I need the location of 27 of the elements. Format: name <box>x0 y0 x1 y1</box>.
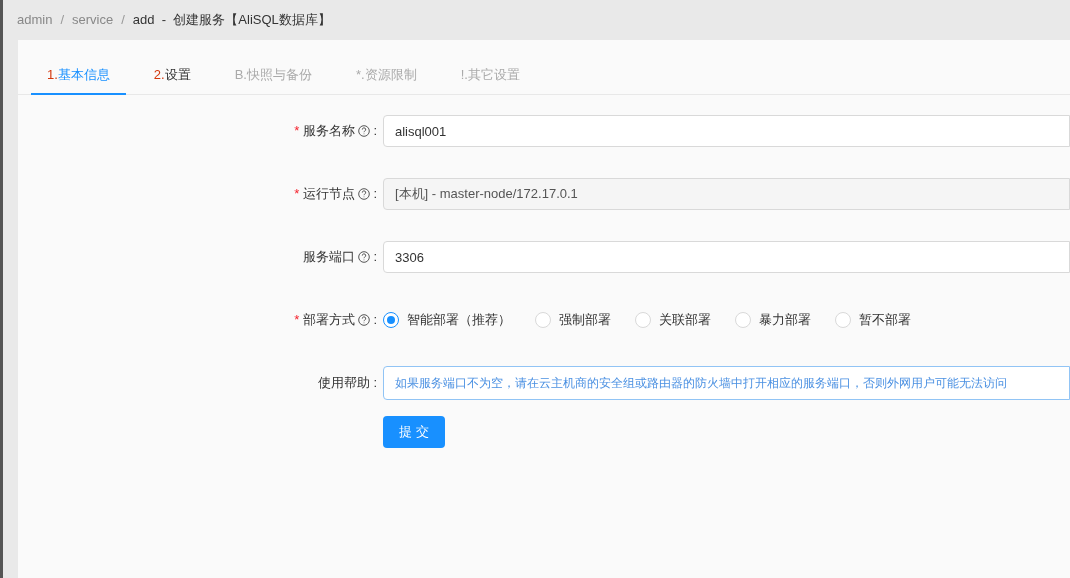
radio-button[interactable] <box>383 312 399 328</box>
required-asterisk: * <box>294 311 300 330</box>
field-label: 服务端口 <box>303 248 356 267</box>
text-input[interactable]: 3306 <box>383 241 1070 273</box>
radio-option[interactable]: 暴力部署 <box>735 310 811 330</box>
radio-option[interactable]: 关联部署 <box>635 310 711 330</box>
label-colon: : <box>373 122 377 141</box>
breadcrumb-current: add - 创建服务【AliSQL数据库】 <box>132 11 331 30</box>
radio-option[interactable]: 智能部署（推荐） <box>383 310 511 330</box>
required-asterisk: * <box>294 122 300 141</box>
tab[interactable]: 1.基本信息 <box>31 57 126 95</box>
field-label: 服务名称 <box>303 122 356 141</box>
label-colon: : <box>373 248 377 267</box>
required-asterisk: * <box>294 185 300 204</box>
label-colon: : <box>373 311 377 330</box>
text-input[interactable]: alisql001 <box>383 115 1070 147</box>
radio-option[interactable]: 强制部署 <box>535 310 611 330</box>
tab[interactable]: 2.设置 <box>137 57 207 95</box>
breadcrumb-separator: / <box>60 11 65 30</box>
breadcrumb-separator: / <box>121 11 125 30</box>
radio-option[interactable]: 暂不部署 <box>835 310 911 330</box>
field-label: 部署方式 <box>303 311 356 330</box>
label-colon: : <box>373 185 377 204</box>
label-colon: : <box>373 374 377 393</box>
help-text: 如果服务端口不为空，请在云主机商的安全组或路由器的防火墙中打开相应的服务端口，否则外网用户可能无法访问 <box>383 366 1070 400</box>
field-label: 使用帮助 <box>318 374 371 393</box>
field-label: 运行节点 <box>303 185 356 204</box>
